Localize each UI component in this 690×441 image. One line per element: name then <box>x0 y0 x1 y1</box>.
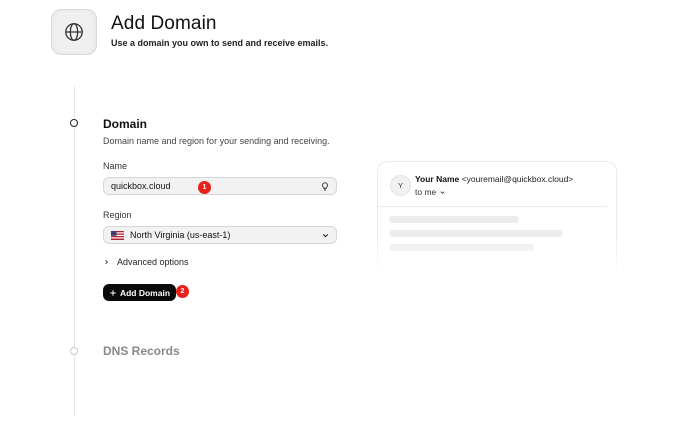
preview-sender-email: <youremail@quickbox.cloud> <box>461 174 574 184</box>
region-select[interactable]: North Virginia (us-east-1) <box>103 226 337 244</box>
chevron-right-icon <box>105 259 108 265</box>
preview-recipient[interactable]: to me <box>415 187 446 197</box>
section-title-dns-records: DNS Records <box>103 344 180 358</box>
us-flag-icon <box>111 230 124 240</box>
name-label: Name <box>103 161 128 171</box>
annotation-badge-2: 2 <box>176 285 189 298</box>
step-dot-domain <box>70 119 78 127</box>
advanced-options-label: Advanced options <box>117 257 189 267</box>
skeleton-line <box>389 216 519 223</box>
email-preview-card: Y Your Name <youremail@quickbox.cloud> t… <box>377 161 617 275</box>
preview-divider <box>378 206 607 207</box>
advanced-options-toggle[interactable]: Advanced options <box>103 257 189 267</box>
region-value: North Virginia (us-east-1) <box>130 230 231 240</box>
annotation-badge-1: 1 <box>198 181 211 194</box>
skeleton-line <box>389 230 563 237</box>
lightbulb-icon[interactable] <box>320 181 330 192</box>
section-title-domain: Domain <box>103 117 148 131</box>
chevron-down-icon <box>322 233 329 238</box>
skeleton-line <box>389 244 534 251</box>
add-domain-button[interactable]: Add Domain <box>103 284 176 301</box>
preview-recipient-label: to me <box>415 187 437 197</box>
plus-icon <box>110 289 116 296</box>
page-title: Add Domain <box>111 13 217 34</box>
region-label: Region <box>103 210 132 220</box>
stepper-line <box>74 86 75 416</box>
domain-name-input[interactable]: quickbox.cloud <box>103 177 337 195</box>
section-description: Domain name and region for your sending … <box>103 136 330 146</box>
header-globe-icon-tile <box>51 9 97 55</box>
preview-sender: Your Name <youremail@quickbox.cloud> <box>415 174 573 184</box>
chevron-down-icon <box>440 190 445 194</box>
globe-icon <box>65 23 83 41</box>
preview-sender-name: Your Name <box>415 174 460 184</box>
step-dot-dns-records <box>70 347 78 355</box>
add-domain-button-label: Add Domain <box>119 287 171 298</box>
domain-name-value: quickbox.cloud <box>111 181 171 191</box>
page-subtitle: Use a domain you own to send and receive… <box>111 38 329 48</box>
avatar: Y <box>390 175 411 196</box>
